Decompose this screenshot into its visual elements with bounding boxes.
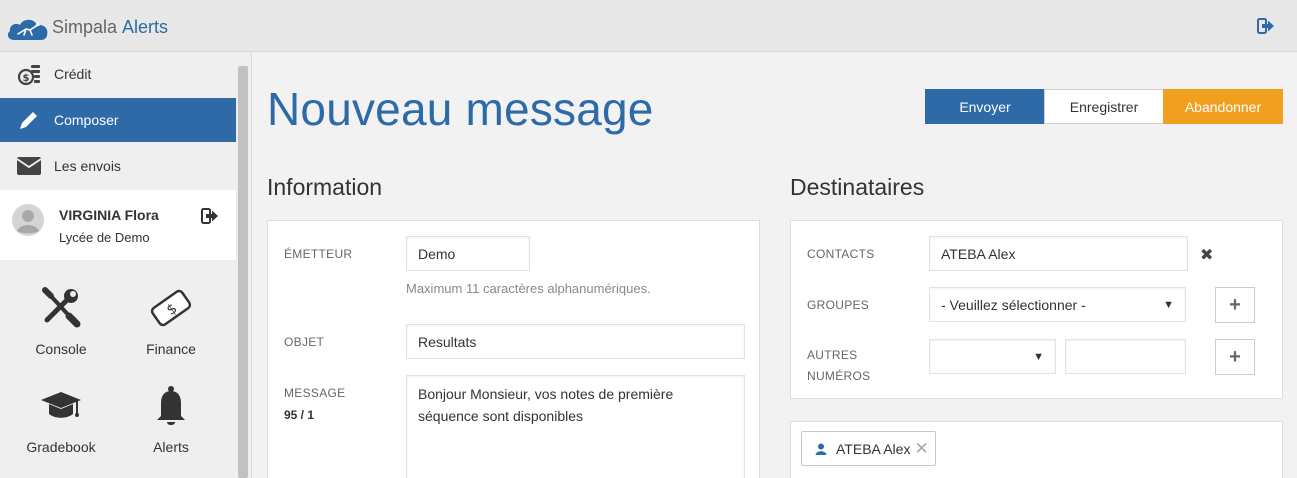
add-number-button[interactable]: + bbox=[1215, 339, 1255, 375]
groups-select[interactable]: - Veuillez sélectionner - ▼ bbox=[929, 287, 1186, 322]
sidebar-item-composer[interactable]: Composer bbox=[0, 98, 236, 142]
message-label: MESSAGE bbox=[284, 386, 346, 400]
contacts-label: CONTACTS bbox=[807, 247, 875, 261]
message-counter: 95 / 1 bbox=[284, 408, 315, 422]
user-school: Lycée de Demo bbox=[59, 230, 150, 245]
other-numbers-label-line2: NUMÉROS bbox=[807, 369, 871, 383]
phone-number-input[interactable] bbox=[1065, 339, 1186, 374]
sender-input[interactable]: Demo bbox=[406, 236, 530, 271]
subject-label: OBJET bbox=[284, 335, 325, 349]
information-title: Information bbox=[267, 174, 383, 200]
app-label: Finance bbox=[146, 341, 196, 357]
caret-down-icon: ▼ bbox=[1033, 350, 1044, 363]
wrench-screwdriver-icon bbox=[42, 287, 81, 328]
pencil-icon bbox=[14, 108, 44, 132]
brand-name: Simpala bbox=[52, 17, 118, 37]
svg-text:$: $ bbox=[23, 73, 30, 84]
contacts-input[interactable]: ATEBA Alex bbox=[929, 236, 1188, 271]
groups-select-value: - Veuillez sélectionner - bbox=[941, 296, 1086, 313]
top-bar: Simpala Alerts bbox=[0, 0, 1297, 52]
coins-icon: $ bbox=[14, 62, 44, 86]
add-group-button[interactable]: + bbox=[1215, 287, 1255, 323]
app-tile-finance[interactable]: $ Finance bbox=[116, 286, 226, 376]
app-label: Console bbox=[35, 341, 87, 357]
recipient-chip: ATEBA Alex ✕ bbox=[801, 431, 936, 466]
abort-button[interactable]: Abandonner bbox=[1163, 89, 1283, 124]
remove-recipient-icon[interactable]: ✕ bbox=[914, 439, 928, 459]
sidebar-item-credit[interactable]: $ Crédit bbox=[0, 52, 236, 96]
recipient-chip-name: ATEBA Alex bbox=[836, 440, 911, 457]
caret-down-icon: ▼ bbox=[1163, 298, 1174, 311]
app-tile-console[interactable]: Console bbox=[6, 286, 116, 376]
page-title: Nouveau message bbox=[267, 83, 654, 135]
sidebar-scrollbar[interactable] bbox=[238, 66, 248, 478]
subject-input[interactable]: Resultats bbox=[406, 324, 745, 359]
graduation-cap-icon bbox=[41, 392, 81, 418]
sign-out-icon[interactable] bbox=[1257, 18, 1275, 34]
sidebar-item-label: Les envois bbox=[54, 158, 121, 174]
clear-contacts-icon[interactable]: ✖ bbox=[1200, 245, 1213, 265]
brand-accent: Alerts bbox=[122, 17, 169, 37]
other-numbers-label-line1: AUTRES bbox=[807, 348, 858, 362]
money-icon: $ bbox=[150, 289, 192, 327]
information-panel: ÉMETTEUR Demo Maximum 11 caractères alph… bbox=[267, 220, 760, 478]
envelope-icon bbox=[14, 154, 44, 178]
sign-out-icon[interactable] bbox=[201, 208, 219, 224]
app-title: Simpala Alerts bbox=[52, 17, 168, 38]
recipients-title: Destinataires bbox=[790, 174, 925, 200]
sender-label: ÉMETTEUR bbox=[284, 247, 353, 261]
app-label: Gradebook bbox=[26, 439, 96, 455]
send-button[interactable]: Envoyer bbox=[925, 89, 1045, 124]
app-label: Alerts bbox=[153, 439, 189, 455]
sidebar-item-label: Crédit bbox=[54, 66, 92, 82]
app-tile-gradebook[interactable]: Gradebook bbox=[6, 384, 116, 474]
app-tile-alerts[interactable]: Alerts bbox=[116, 384, 226, 474]
sidebar-item-label: Composer bbox=[54, 112, 119, 128]
user-card: VIRGINIA Flora Lycée de Demo bbox=[0, 190, 236, 260]
sidebar-item-les-envois[interactable]: Les envois bbox=[0, 144, 236, 188]
bell-icon bbox=[157, 386, 185, 425]
groups-label: GROUPES bbox=[807, 298, 870, 312]
sender-hint: Maximum 11 caractères alphanumériques. bbox=[406, 281, 651, 296]
sidebar: $ Crédit Composer Les envois VIRGINIA Fl… bbox=[0, 52, 252, 478]
message-textarea[interactable]: Bonjour Monsieur, vos notes de première … bbox=[406, 375, 745, 478]
deer-cloud-logo bbox=[7, 19, 48, 40]
user-name: VIRGINIA Flora bbox=[59, 207, 159, 223]
user-icon bbox=[815, 443, 827, 455]
recipients-panel: CONTACTS ATEBA Alex ✖ GROUPES - Veuillez… bbox=[790, 220, 1283, 399]
country-code-select[interactable]: ▼ bbox=[929, 339, 1056, 374]
save-button[interactable]: Enregistrer bbox=[1044, 89, 1164, 124]
avatar bbox=[12, 204, 44, 236]
